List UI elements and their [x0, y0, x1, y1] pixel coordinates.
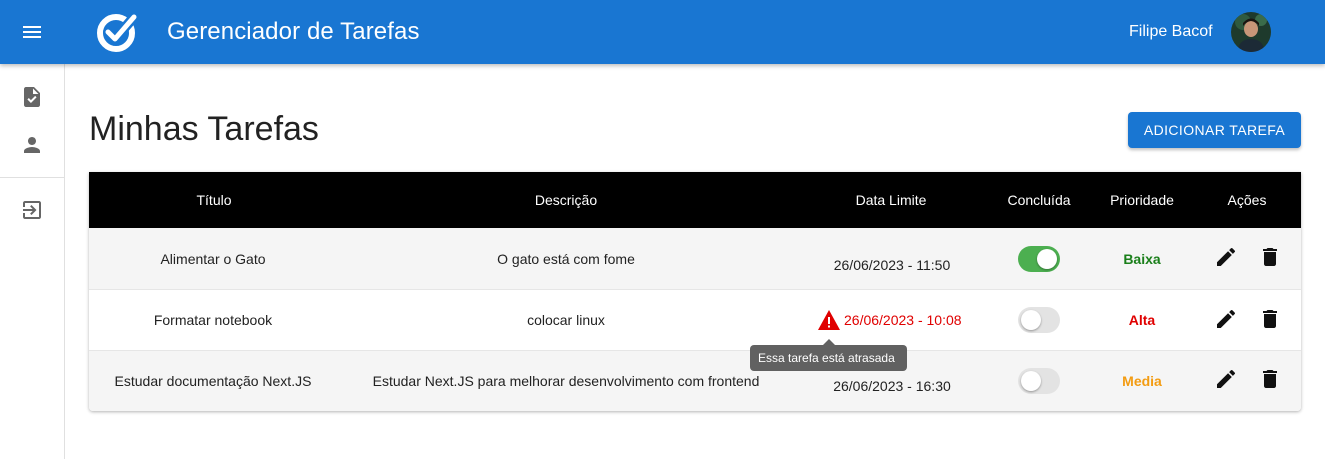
task-deadline: 26/06/2023 - 11:50: [833, 257, 951, 273]
table-header: Título Descrição Data Limite Concluída P…: [89, 172, 1301, 228]
edit-icon[interactable]: [1214, 367, 1238, 391]
completed-toggle[interactable]: [1018, 307, 1060, 333]
task-description: O gato está com fome: [497, 251, 635, 267]
task-description: colocar linux: [527, 312, 605, 328]
priority-badge: Media: [1122, 373, 1162, 389]
avatar[interactable]: [1231, 12, 1271, 52]
sidebar-divider: [0, 177, 64, 178]
table-row: Alimentar o Gato O gato está com fome 26…: [89, 228, 1301, 290]
check-circle-logo-icon: [96, 11, 140, 53]
edit-icon[interactable]: [1214, 245, 1238, 269]
sidebar: [0, 64, 65, 459]
column-header-prioridade: Prioridade: [1110, 192, 1174, 208]
page-title: Minhas Tarefas: [89, 110, 319, 148]
task-description: Estudar Next.JS para melhorar desenvolvi…: [372, 373, 760, 389]
task-title: Formatar notebook: [153, 312, 273, 328]
column-header-data-limite: Data Limite: [855, 192, 927, 208]
column-header-descricao: Descrição: [534, 192, 598, 208]
tasks-table: Título Descrição Data Limite Concluída P…: [89, 172, 1301, 411]
column-header-acoes: Ações: [1227, 192, 1267, 208]
app-title: Gerenciador de Tarefas: [167, 18, 420, 45]
priority-badge: Baixa: [1123, 251, 1161, 267]
overdue-tooltip: Essa tarefa está atrasada: [750, 345, 907, 371]
task-title: Estudar documentação Next.JS: [114, 373, 312, 389]
user-name: Filipe Bacof: [1129, 23, 1213, 40]
completed-toggle[interactable]: [1018, 246, 1060, 272]
edit-icon[interactable]: [1214, 307, 1238, 331]
app-bar: Gerenciador de Tarefas Filipe Bacof: [0, 0, 1325, 64]
delete-icon[interactable]: [1258, 367, 1282, 391]
column-header-concluida: Concluída: [1007, 192, 1071, 208]
delete-icon[interactable]: [1258, 245, 1282, 269]
person-icon[interactable]: [20, 133, 44, 157]
logout-icon[interactable]: [20, 198, 44, 222]
task-title: Alimentar o Gato: [160, 251, 266, 267]
task-file-icon[interactable]: [20, 85, 44, 109]
table-row: Formatar notebook colocar linux 26/06/20…: [89, 290, 1301, 350]
task-deadline: 26/06/2023 - 16:30: [833, 378, 951, 394]
warning-icon[interactable]: [817, 309, 841, 331]
priority-badge: Alta: [1128, 312, 1156, 328]
menu-icon[interactable]: [20, 20, 44, 44]
table-row: Estudar documentação Next.JS Estudar Nex…: [89, 350, 1301, 411]
completed-toggle[interactable]: [1018, 368, 1060, 394]
task-deadline: 26/06/2023 - 10:08: [844, 312, 962, 328]
delete-icon[interactable]: [1258, 307, 1282, 331]
add-task-button[interactable]: ADICIONAR TAREFA: [1128, 112, 1301, 148]
column-header-titulo: Título: [196, 192, 232, 208]
